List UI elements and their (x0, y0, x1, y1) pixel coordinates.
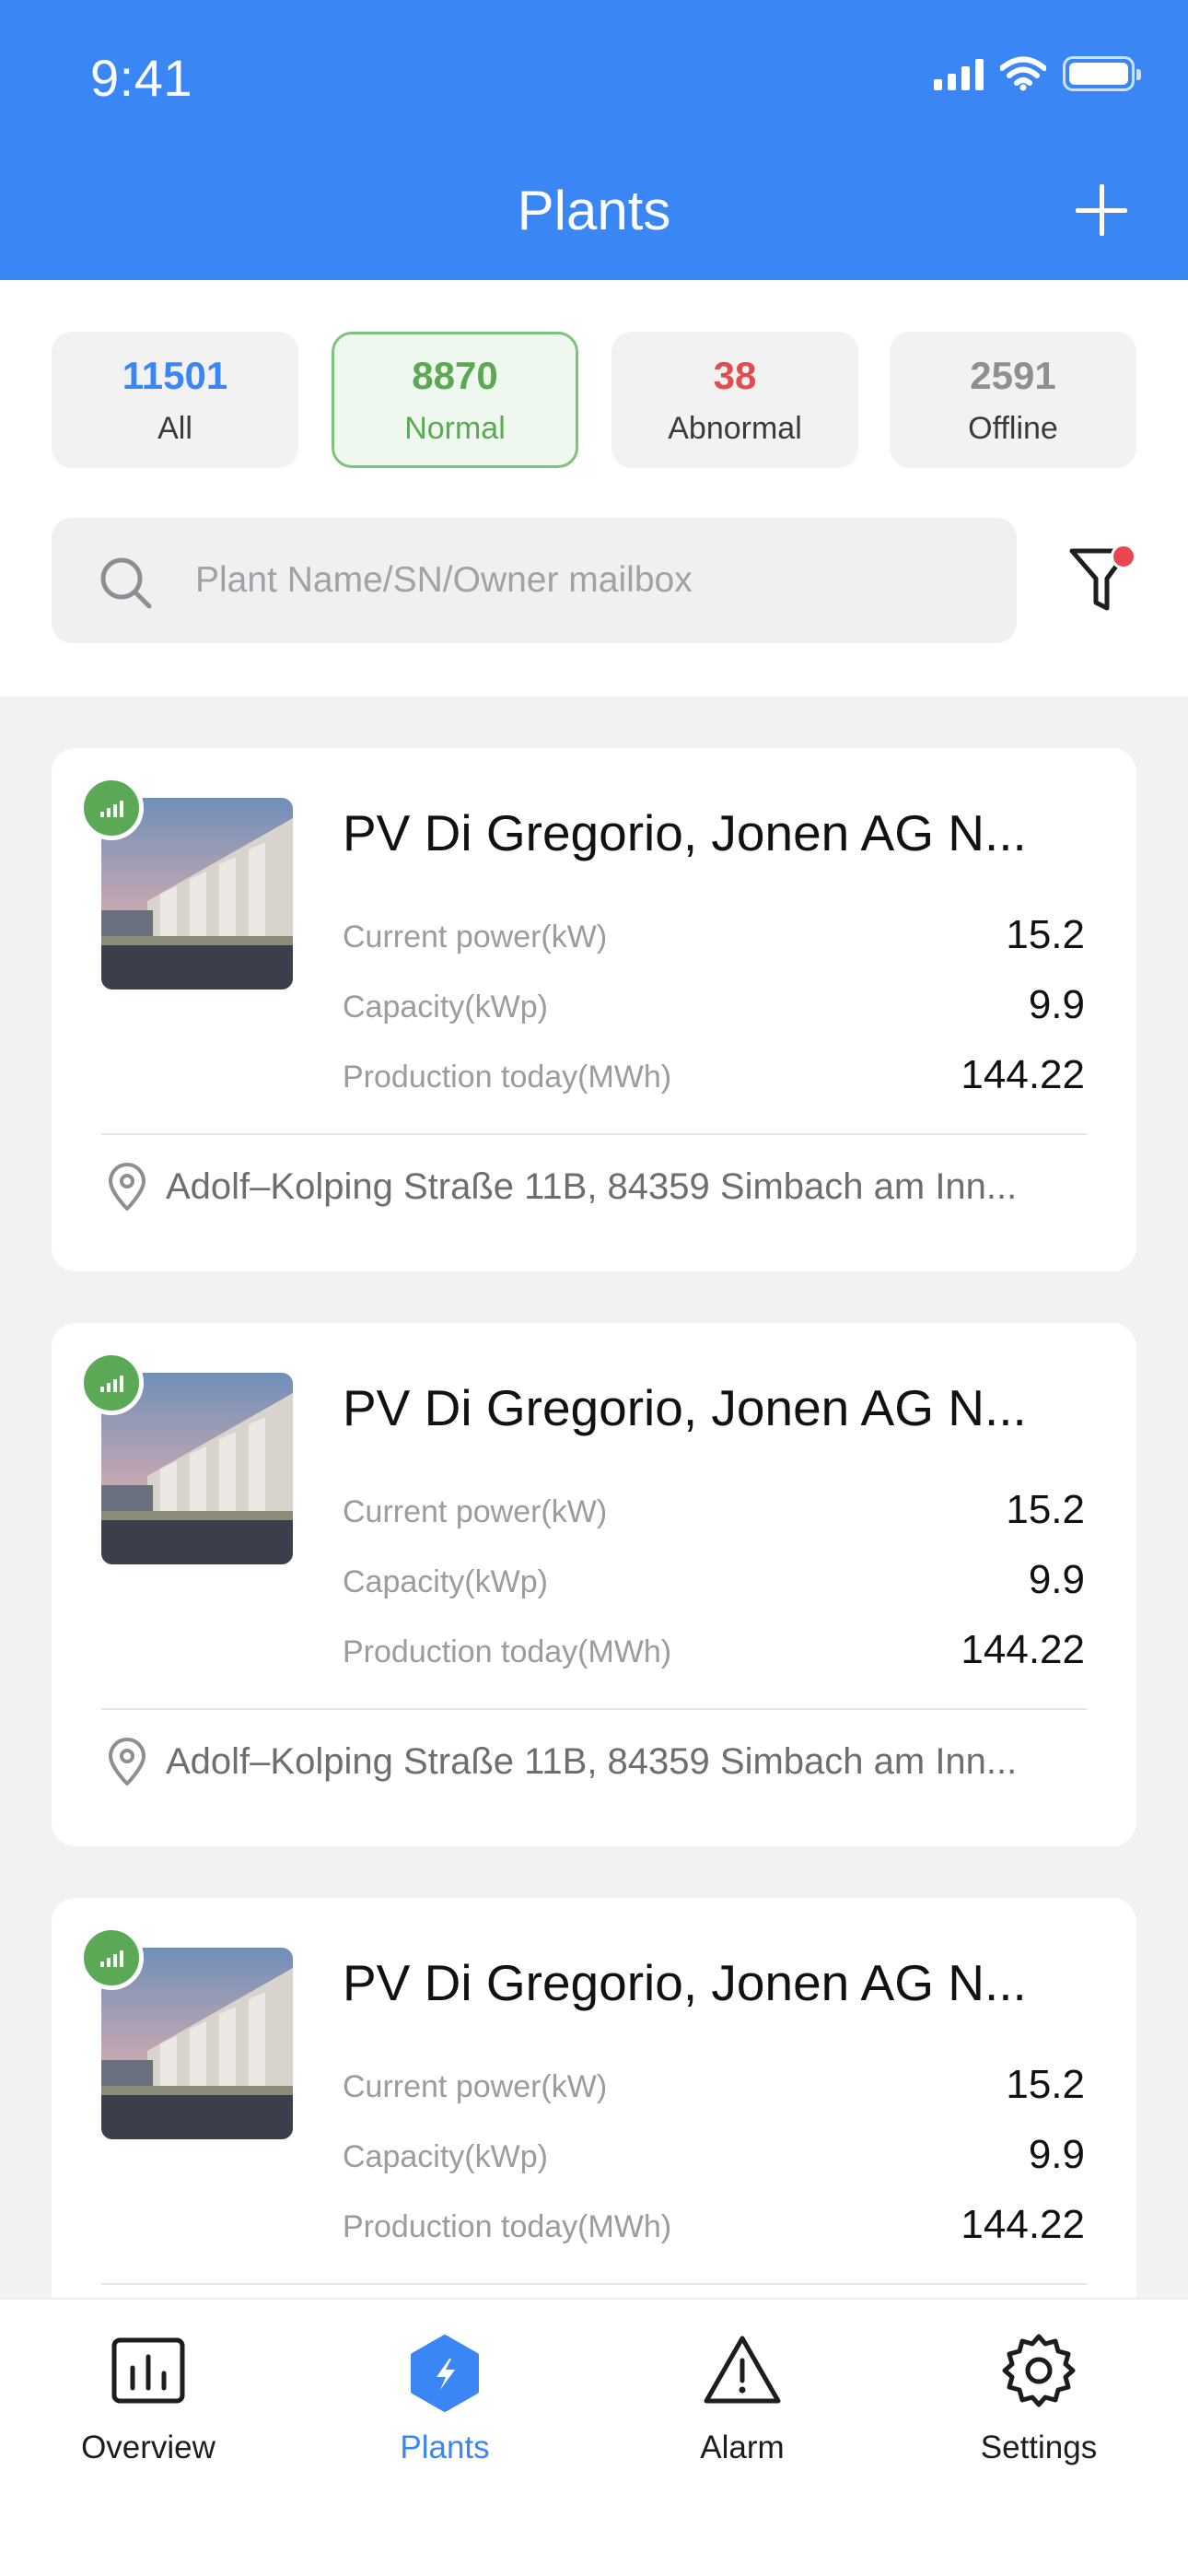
capacity-label: Capacity(kWp) (343, 1564, 548, 1599)
tab-offline-count: 2591 (970, 354, 1056, 397)
plant-card[interactable]: PV Di Gregorio, Jonen AG N... Current po… (52, 1323, 1136, 1846)
plants-bolt-icon (411, 2335, 479, 2412)
current-power-label: Current power(kW) (343, 1494, 608, 1529)
nav-alarm-label: Alarm (700, 2430, 785, 2465)
alarm-warning-icon (704, 2336, 781, 2404)
search-placeholder: Plant Name/SN/Owner mailbox (195, 560, 693, 600)
tab-offline[interactable]: 2591 Offline (890, 332, 1136, 468)
status-icons (934, 55, 1141, 92)
tab-all-count: 11501 (122, 354, 228, 397)
tab-normal[interactable]: 8870 Normal (332, 332, 578, 468)
overview-chart-icon (111, 2337, 185, 2404)
search-icon (100, 557, 152, 609)
wifi-icon (1000, 56, 1046, 91)
card-divider (101, 1133, 1087, 1135)
filter-badge (1111, 544, 1136, 569)
cellular-signal-icon (934, 57, 984, 90)
nav-plants[interactable]: Plants (334, 2329, 555, 2466)
capacity-value: 9.9 (1028, 982, 1085, 1027)
production-today-label: Production today(MWh) (343, 2209, 672, 2244)
current-power-value: 15.2 (1006, 2062, 1085, 2107)
tab-abnormal[interactable]: 38 Abnormal (611, 332, 858, 468)
plant-name: PV Di Gregorio, Jonen AG N... (343, 804, 1027, 861)
page-title: Plants (517, 180, 671, 241)
tab-abnormal-count: 38 (713, 354, 757, 397)
tab-all-label: All (157, 411, 192, 446)
location-pin-icon (109, 1163, 146, 1211)
current-power-label: Current power(kW) (343, 919, 608, 954)
card-divider (101, 2283, 1087, 2285)
capacity-label: Capacity(kWp) (343, 2139, 548, 2174)
status-time: 9:41 (90, 49, 192, 107)
plant-address: Adolf–Kolping Straße 11B, 84359 Simbach … (166, 1166, 1018, 1207)
gear-icon (1002, 2334, 1076, 2407)
current-power-value: 15.2 (1006, 1487, 1085, 1532)
current-power-value: 15.2 (1006, 912, 1085, 957)
tab-normal-label: Normal (404, 411, 506, 446)
app-header: 9:41 Plants (0, 0, 1188, 280)
card-divider (101, 1708, 1087, 1710)
nav-overview-label: Overview (81, 2430, 215, 2465)
plant-name: PV Di Gregorio, Jonen AG N... (343, 1379, 1027, 1436)
capacity-value: 9.9 (1028, 1557, 1085, 1602)
production-today-value: 144.22 (961, 1052, 1085, 1097)
filter-area: 11501 All 8870 Normal 38 Abnormal 2591 O… (0, 280, 1188, 697)
online-status-icon (79, 1351, 144, 1415)
tab-offline-label: Offline (968, 411, 1058, 446)
location-pin-icon (109, 1738, 146, 1786)
production-today-label: Production today(MWh) (343, 1634, 672, 1669)
tab-abnormal-label: Abnormal (668, 411, 802, 446)
bottom-nav: Overview Plants Alarm Settings (0, 2298, 1188, 2576)
plant-card[interactable]: PV Di Gregorio, Jonen AG N... Current po… (52, 748, 1136, 1271)
production-today-value: 144.22 (961, 1627, 1085, 1672)
production-today-label: Production today(MWh) (343, 1060, 672, 1095)
battery-icon (1063, 56, 1141, 91)
nav-settings[interactable]: Settings (928, 2329, 1149, 2466)
nav-overview[interactable]: Overview (38, 2329, 259, 2466)
capacity-value: 9.9 (1028, 2132, 1085, 2177)
plant-address: Adolf–Kolping Straße 11B, 84359 Simbach … (166, 1741, 1018, 1782)
add-plant-button[interactable] (1076, 184, 1127, 236)
current-power-label: Current power(kW) (343, 2069, 608, 2104)
nav-plants-label: Plants (400, 2430, 490, 2465)
production-today-value: 144.22 (961, 2202, 1085, 2247)
capacity-label: Capacity(kWp) (343, 989, 548, 1025)
plant-name: PV Di Gregorio, Jonen AG N... (343, 1954, 1027, 2011)
online-status-icon (79, 776, 144, 840)
tab-all[interactable]: 11501 All (52, 332, 298, 468)
tab-normal-count: 8870 (412, 354, 498, 397)
nav-settings-label: Settings (980, 2430, 1098, 2465)
search-input[interactable]: Plant Name/SN/Owner mailbox (52, 518, 1017, 643)
plants-screen: 9:41 Plants 11501 All 8870 Normal 38 Abn… (0, 0, 1188, 2576)
nav-alarm[interactable]: Alarm (632, 2329, 853, 2466)
online-status-icon (79, 1926, 144, 1990)
